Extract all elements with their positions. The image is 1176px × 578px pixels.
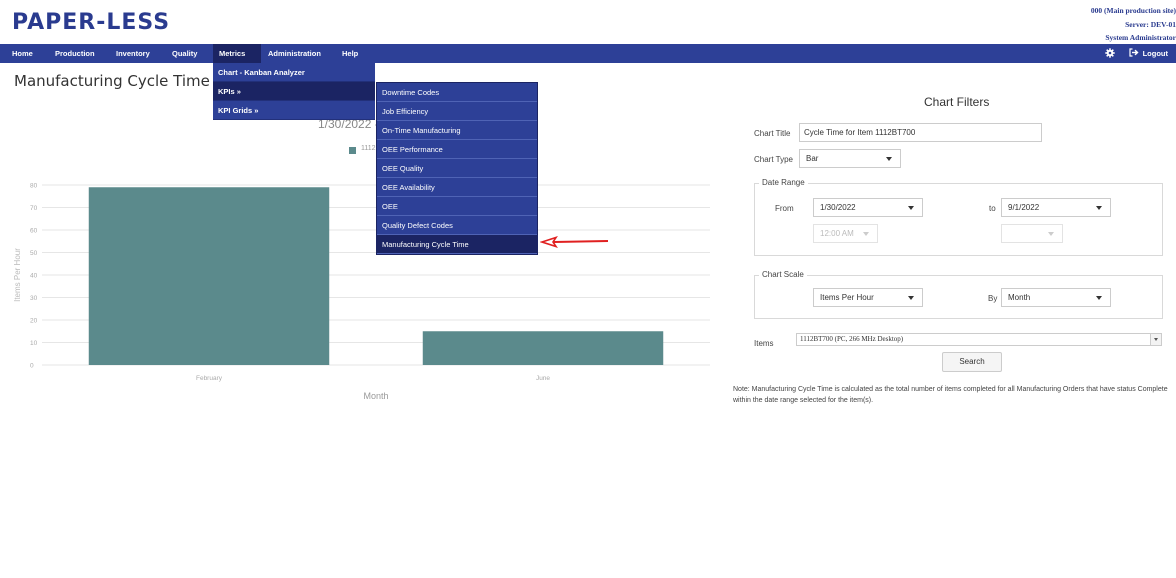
logout-button[interactable]: Logout <box>1128 48 1168 59</box>
y-tick-label: 0 <box>30 363 34 370</box>
to-time-select[interactable] <box>1001 224 1063 243</box>
to-date-value: 9/1/2022 <box>1008 203 1040 212</box>
page: PAPER-LESS 000 (Main production site) Se… <box>0 0 1176 578</box>
calculation-note: Note: Manufacturing Cycle Time is calcul… <box>733 386 1168 404</box>
menu-item-kanban-analyzer[interactable]: Chart - Kanban Analyzer <box>213 63 375 82</box>
bar-chart: 0 10 20 30 40 50 60 70 80 February June Month Items … <box>13 183 710 401</box>
chevron-down-icon <box>886 157 892 161</box>
from-time-select[interactable]: 12:00 AM <box>813 224 878 243</box>
chart-scale-label: Chart Scale <box>759 270 807 279</box>
menu-item-oee[interactable]: OEE <box>377 197 537 216</box>
y-tick-label: 20 <box>30 318 38 325</box>
y-tick-label: 50 <box>30 250 38 257</box>
menu-item-job-efficiency[interactable]: Job Efficiency <box>377 102 537 121</box>
menu-item-downtime-codes[interactable]: Downtime Codes <box>377 83 537 102</box>
y-axis-label: Items Per Hour <box>13 248 22 302</box>
chevron-down-icon <box>863 232 869 236</box>
logout-label: Logout <box>1142 49 1168 58</box>
y-tick-label: 70 <box>30 205 38 212</box>
menu-item-on-time-manufacturing[interactable]: On-Time Manufacturing <box>377 121 537 140</box>
sign-out-icon <box>1128 48 1139 59</box>
y-tick-label: 10 <box>30 340 38 347</box>
main-navbar: Home Production Inventory Quality Metric… <box>0 44 1176 63</box>
date-range-label: Date Range <box>759 178 808 187</box>
chart-filters-heading: Chart Filters <box>924 95 990 109</box>
page-title: Manufacturing Cycle Time <box>14 72 210 90</box>
chart-title-label: Chart Title <box>754 129 791 138</box>
bar <box>88 187 330 365</box>
chevron-down-icon <box>908 206 914 210</box>
app-logo: PAPER-LESS <box>12 10 171 35</box>
metrics-menu: Chart - Kanban Analyzer KPIs » KPI Grids… <box>213 63 375 120</box>
x-tick-label: February <box>196 375 223 382</box>
chart-type-value: Bar <box>806 154 819 163</box>
chart-type-select[interactable]: Bar <box>799 149 901 168</box>
from-time-value: 12:00 AM <box>820 229 854 238</box>
items-dropdown-button[interactable] <box>1150 334 1161 345</box>
legend-label: 1112 <box>361 145 376 152</box>
y-tick-label: 30 <box>30 295 38 302</box>
y-tick-label: 80 <box>30 183 38 190</box>
gear-icon[interactable] <box>1104 47 1115 60</box>
items-label: Items <box>754 339 774 348</box>
y-tick-label: 40 <box>30 273 38 280</box>
nav-production[interactable]: Production <box>49 44 101 63</box>
chart-title-input[interactable]: Cycle Time for Item 1112BT700 <box>799 123 1042 142</box>
nav-inventory[interactable]: Inventory <box>110 44 156 63</box>
by-value: Month <box>1008 293 1031 302</box>
server-name: Server: DEV-01 <box>1125 19 1176 29</box>
by-label: By <box>988 294 998 303</box>
chevron-down-icon <box>1048 232 1054 236</box>
date-range-group <box>754 183 1163 256</box>
x-axis-label: Month <box>363 391 388 401</box>
y-tick-label: 60 <box>30 228 38 235</box>
menu-item-kpis[interactable]: KPIs » <box>213 82 375 101</box>
x-tick-label: June <box>536 375 550 382</box>
menu-item-manufacturing-cycle-time[interactable]: Manufacturing Cycle Time <box>377 235 537 254</box>
chevron-down-icon <box>1154 338 1158 341</box>
nav-home[interactable]: Home <box>6 44 39 63</box>
nav-metrics[interactable]: Metrics <box>213 44 261 63</box>
to-label: to <box>989 204 996 213</box>
menu-item-oee-availability[interactable]: OEE Availability <box>377 178 537 197</box>
menu-item-kpi-grids[interactable]: KPI Grids » <box>213 101 375 120</box>
nav-administration[interactable]: Administration <box>262 44 327 63</box>
from-date-select[interactable]: 1/30/2022 <box>813 198 923 217</box>
by-select[interactable]: Month <box>1001 288 1111 307</box>
from-date-value: 1/30/2022 <box>820 203 856 212</box>
annotation-arrow-icon <box>540 236 609 248</box>
items-select[interactable]: 1112BT700 (PC, 266 MHz Desktop) <box>796 333 1162 346</box>
site-name: 000 (Main production site) <box>1090 6 1176 15</box>
scale-select[interactable]: Items Per Hour <box>813 288 923 307</box>
legend-swatch <box>349 147 356 154</box>
search-button[interactable]: Search <box>942 352 1002 372</box>
from-label: From <box>775 204 794 213</box>
nav-quality[interactable]: Quality <box>166 44 203 63</box>
nav-help[interactable]: Help <box>336 44 364 63</box>
chevron-down-icon <box>1096 296 1102 300</box>
menu-item-oee-quality[interactable]: OEE Quality <box>377 159 537 178</box>
chevron-down-icon <box>908 296 914 300</box>
bar <box>422 331 664 365</box>
user-name: System Administrator <box>1105 33 1176 42</box>
nav-right-actions: Logout <box>1104 44 1168 63</box>
scale-value: Items Per Hour <box>820 293 874 302</box>
items-value: 1112BT700 (PC, 266 MHz Desktop) <box>800 335 904 343</box>
chevron-down-icon <box>1096 206 1102 210</box>
chart-type-label: Chart Type <box>754 155 793 164</box>
menu-item-oee-performance[interactable]: OEE Performance <box>377 140 537 159</box>
to-date-select[interactable]: 9/1/2022 <box>1001 198 1111 217</box>
menu-item-quality-defect-codes[interactable]: Quality Defect Codes <box>377 216 537 235</box>
server-info: 000 (Main production site) Server: DEV-0… <box>1091 4 1176 45</box>
kpis-submenu: Downtime Codes Job Efficiency On-Time Ma… <box>376 82 538 255</box>
